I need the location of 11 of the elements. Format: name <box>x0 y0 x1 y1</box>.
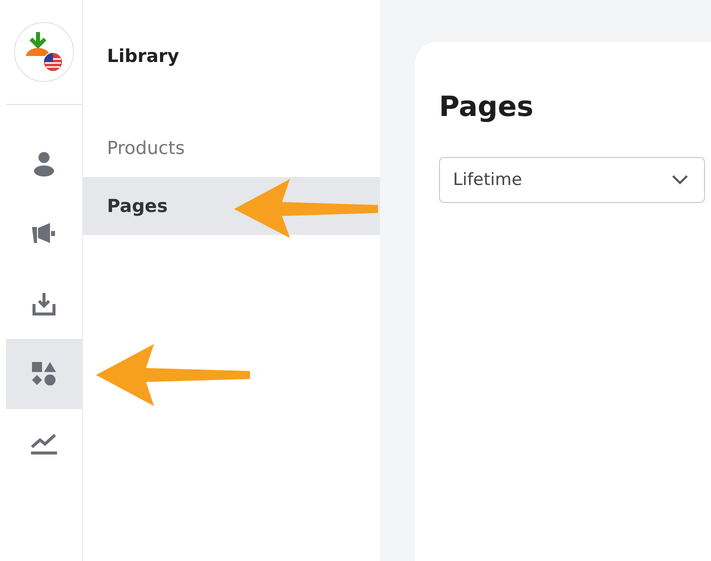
person-icon <box>33 151 55 177</box>
sidebar-item[interactable]: Products <box>83 119 380 177</box>
sidebar-title: Library <box>107 46 180 67</box>
download-icon <box>32 292 56 316</box>
page-title: Pages <box>439 90 534 123</box>
megaphone-icon <box>31 222 57 246</box>
chevron-down-icon <box>672 175 688 185</box>
shapes-icon <box>31 361 57 387</box>
nav-item[interactable] <box>6 339 82 409</box>
period-dropdown[interactable]: Lifetime <box>439 157 705 203</box>
chart-icon <box>30 433 58 455</box>
